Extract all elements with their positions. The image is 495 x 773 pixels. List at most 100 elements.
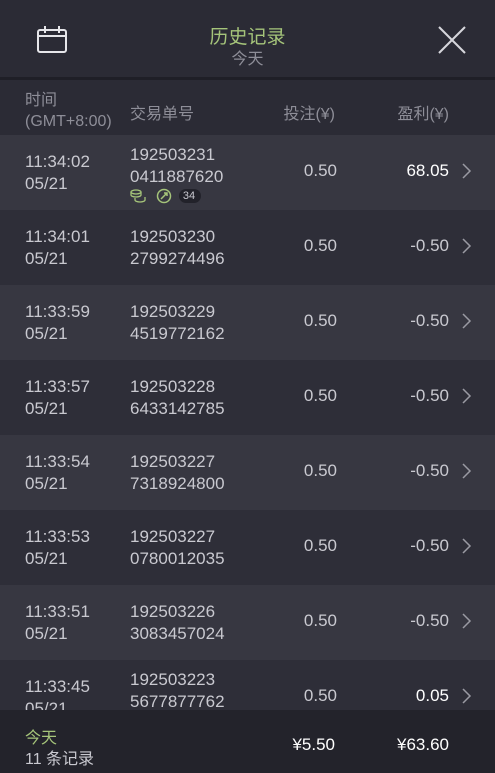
row-profit: -0.50	[410, 386, 449, 405]
row-date-value: 05/21	[25, 624, 68, 643]
table-row[interactable]: 11:33:57 05/21 192503228 6433142785 0.50…	[0, 360, 495, 435]
row-order-part2: 6433142785	[130, 399, 225, 418]
row-order-part2: 0411887620	[130, 167, 224, 186]
row-time-value: 11:33:53	[25, 527, 90, 546]
row-order-part1: 192503228	[130, 377, 216, 396]
row-time: 11:33:53 05/21	[25, 526, 90, 570]
row-order-part2: 2799274496	[130, 249, 225, 268]
total-bet: ¥5.50	[292, 735, 335, 754]
row-order-part1: 192503230	[130, 227, 216, 246]
profit-column-header: 盈利(¥)	[397, 106, 449, 123]
row-order-part2: 3083457024	[130, 624, 225, 643]
row-date-value: 05/21	[25, 549, 68, 568]
table-row[interactable]: 11:33:45 05/21 192503223 5677877762 0.50…	[0, 660, 495, 710]
header: 历史记录 今天	[0, 0, 495, 80]
chevron-right-icon	[462, 238, 472, 254]
record-count: 11 条记录	[25, 751, 95, 768]
row-date-value: 05/21	[25, 174, 68, 193]
chevron-right-icon	[462, 388, 472, 404]
row-bet: 0.50	[303, 311, 337, 330]
row-time: 11:33:59 05/21	[25, 301, 90, 345]
chevron-right-icon	[462, 613, 472, 629]
chevron-right-icon	[462, 313, 472, 329]
spin-icon	[157, 188, 172, 204]
row-time: 11:34:02 05/21	[25, 151, 90, 195]
row-order-part2: 7318924800	[130, 474, 225, 493]
row-order: 192503229 4519772162	[130, 301, 225, 345]
column-header: 时间 (GMT+8:00) 交易单号 投注(¥) 盈利(¥)	[0, 80, 495, 135]
row-time: 11:34:01 05/21	[25, 226, 90, 270]
row-order-part1: 192503226	[130, 602, 216, 621]
summary-footer: 今天 11 条记录 ¥5.50 ¥63.60	[0, 710, 495, 773]
row-bet: 0.50	[303, 161, 337, 180]
row-time-value: 11:34:01	[25, 227, 90, 246]
row-order: 192503231 0411887620	[130, 144, 223, 188]
time-column-header: 时间 (GMT+8:00)	[25, 90, 112, 132]
row-order-part1: 192503223	[130, 670, 216, 689]
row-order-part2: 5677877762	[130, 692, 225, 710]
table-row[interactable]: 11:33:59 05/21 192503229 4519772162 0.50…	[0, 285, 495, 360]
bet-column-header: 投注(¥)	[283, 106, 335, 123]
row-time: 11:33:54 05/21	[25, 451, 90, 495]
row-order: 192503227 0780012035	[130, 526, 225, 570]
row-order-part2: 4519772162	[130, 324, 225, 343]
history-list[interactable]: 11:34:02 05/21 192503231 0411887620 34 0…	[0, 135, 495, 710]
row-time-value: 11:33:45	[25, 677, 90, 696]
row-profit: 0.05	[415, 686, 449, 705]
row-profit: 68.05	[406, 161, 449, 180]
table-row[interactable]: 11:34:01 05/21 192503230 2799274496 0.50…	[0, 210, 495, 285]
chevron-right-icon	[462, 463, 472, 479]
close-button[interactable]	[436, 24, 468, 56]
close-icon	[438, 26, 466, 54]
table-row[interactable]: 11:34:02 05/21 192503231 0411887620 34 0…	[0, 135, 495, 210]
row-order-part2: 0780012035	[130, 549, 225, 568]
row-time-value: 11:33:54	[25, 452, 90, 471]
row-order-part1: 192503227	[130, 527, 216, 546]
table-row[interactable]: 11:33:53 05/21 192503227 0780012035 0.50…	[0, 510, 495, 585]
row-bet: 0.50	[303, 536, 337, 555]
row-time: 11:33:57 05/21	[25, 376, 90, 420]
table-row[interactable]: 11:33:51 05/21 192503226 3083457024 0.50…	[0, 585, 495, 660]
row-date-value: 05/21	[25, 399, 68, 418]
row-order: 192503226 3083457024	[130, 601, 225, 645]
row-order: 192503230 2799274496	[130, 226, 225, 270]
row-time-value: 11:33:57	[25, 377, 90, 396]
row-profit: -0.50	[410, 611, 449, 630]
row-date-value: 05/21	[25, 249, 68, 268]
chevron-right-icon	[462, 163, 472, 179]
row-date-value: 05/21	[25, 699, 68, 710]
row-order-part1: 192503227	[130, 452, 216, 471]
row-bet: 0.50	[303, 611, 337, 630]
chevron-right-icon	[462, 688, 472, 704]
row-profit: -0.50	[410, 536, 449, 555]
row-date-value: 05/21	[25, 324, 68, 343]
row-order: 192503223 5677877762	[130, 669, 225, 710]
timezone-label: (GMT+8:00)	[25, 113, 112, 130]
spin-count-badge: 34	[178, 188, 202, 203]
row-badges: 34	[130, 187, 202, 205]
row-order: 192503227 7318924800	[130, 451, 225, 495]
row-profit: -0.50	[410, 461, 449, 480]
row-time-value: 11:34:02	[25, 152, 90, 171]
coins-icon	[130, 189, 146, 203]
row-profit: -0.50	[410, 236, 449, 255]
row-time: 11:33:45 05/21	[25, 676, 90, 710]
time-header-label: 时间	[25, 92, 58, 109]
row-bet: 0.50	[303, 461, 337, 480]
page-subtitle: 今天	[231, 51, 264, 68]
table-row[interactable]: 11:33:54 05/21 192503227 7318924800 0.50…	[0, 435, 495, 510]
row-date-value: 05/21	[25, 474, 68, 493]
row-time: 11:33:51 05/21	[25, 601, 90, 645]
row-bet: 0.50	[303, 236, 337, 255]
row-profit: -0.50	[410, 311, 449, 330]
row-bet: 0.50	[303, 386, 337, 405]
row-order-part1: 192503229	[130, 302, 216, 321]
row-order: 192503228 6433142785	[130, 376, 225, 420]
row-time-value: 11:33:59	[25, 302, 90, 321]
row-time-value: 11:33:51	[25, 602, 90, 621]
total-profit: ¥63.60	[397, 735, 449, 754]
order-column-header: 交易单号	[130, 106, 195, 123]
row-order-part1: 192503231	[130, 145, 216, 164]
row-bet: 0.50	[303, 686, 337, 705]
chevron-right-icon	[462, 538, 472, 554]
